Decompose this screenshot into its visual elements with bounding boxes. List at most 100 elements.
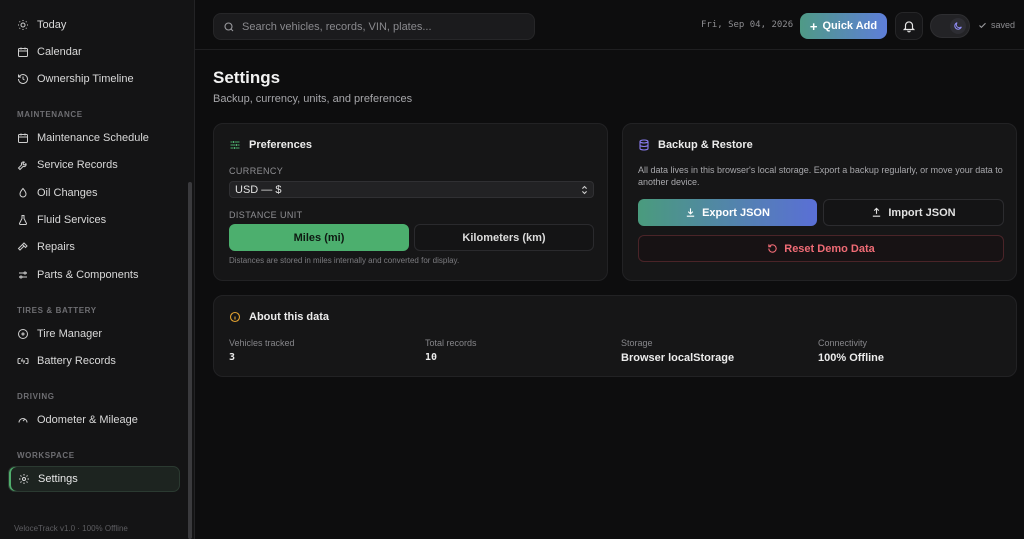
stat-connectivity: Connectivity 100% Offline	[818, 338, 884, 364]
page-subtitle: Backup, currency, units, and preferences	[213, 93, 413, 105]
section-label-maintenance: MAINTENANCE	[17, 110, 83, 119]
stat-vehicles-tracked: Vehicles tracked 3	[229, 338, 295, 363]
page-title: Settings	[213, 68, 281, 87]
sidebar-item-repairs[interactable]: Repairs	[8, 234, 180, 260]
sidebar: Today Calendar Ownership Timeline MAINTE…	[0, 0, 195, 539]
sidebar-item-fluid-services[interactable]: Fluid Services	[8, 207, 180, 233]
currency-value: USD — $	[235, 183, 282, 196]
backup-card: Backup & Restore All data lives in this …	[622, 123, 1017, 281]
sidebar-item-ownership-timeline[interactable]: Ownership Timeline	[8, 66, 180, 92]
section-label-workspace: WORKSPACE	[17, 451, 75, 460]
kilometers-button[interactable]: Kilometers (km)	[414, 224, 594, 251]
app-version: VeloceTrack v1.0 · 100% Offline	[14, 524, 128, 533]
quick-add-button[interactable]: + Quick Add	[800, 13, 887, 39]
stat-storage: Storage Browser localStorage	[621, 338, 734, 364]
stat-total-records: Total records 10	[425, 338, 477, 363]
check-icon	[979, 22, 986, 28]
backup-description: All data lives in this browser's local s…	[638, 165, 1003, 187]
info-icon	[229, 311, 241, 323]
sidebar-item-label: Today	[37, 19, 67, 31]
about-card: About this data Vehicles tracked 3 Total…	[213, 295, 1017, 377]
tire-icon	[18, 329, 28, 339]
theme-knob	[950, 18, 966, 34]
chevron-updown-icon	[582, 185, 587, 194]
save-status-label: saved	[991, 20, 1016, 30]
about-title: About this data	[229, 311, 329, 323]
sidebar-item-label: Ownership Timeline	[37, 73, 134, 85]
sidebar-item-odometer-mileage[interactable]: Odometer & Mileage	[8, 407, 180, 433]
moon-icon	[954, 22, 962, 30]
reset-demo-data-button[interactable]: Reset Demo Data	[638, 235, 1004, 262]
stat-value: 10	[425, 352, 438, 363]
distance-unit-label: DISTANCE UNIT	[229, 210, 303, 220]
sidebar-item-label: Battery Records	[37, 355, 116, 367]
history-icon	[18, 74, 28, 84]
notifications-button[interactable]	[895, 12, 923, 40]
search-box[interactable]	[213, 13, 535, 40]
bell-icon	[902, 21, 916, 33]
preferences-title-text: Preferences	[249, 139, 312, 151]
sidebar-item-label: Tire Manager	[37, 328, 103, 340]
sidebar-item-label: Odometer & Mileage	[37, 414, 138, 426]
plus-icon: +	[809, 18, 818, 34]
sidebar-item-parts-components[interactable]: Parts & Components	[8, 262, 180, 288]
preferences-card: Preferences CURRENCY USD — $ DISTANCE UN…	[213, 123, 608, 281]
droplet-icon	[19, 187, 27, 198]
miles-button[interactable]: Miles (mi)	[229, 224, 409, 251]
backup-title-text: Backup & Restore	[658, 139, 753, 151]
reset-label: Reset Demo Data	[784, 242, 875, 255]
sidebar-item-today[interactable]: Today	[8, 12, 180, 38]
sidebar-item-label: Settings	[38, 473, 78, 485]
sidebar-scrollbar[interactable]	[188, 182, 192, 539]
upload-icon	[873, 207, 881, 217]
theme-toggle[interactable]	[930, 14, 970, 38]
import-json-button[interactable]: Import JSON	[823, 199, 1004, 226]
export-json-button[interactable]: Export JSON	[638, 199, 817, 226]
download-icon	[686, 208, 695, 217]
quick-add-label: Quick Add	[822, 20, 878, 32]
backup-title: Backup & Restore	[638, 139, 753, 151]
database-icon	[639, 139, 649, 151]
sidebar-item-tire-manager[interactable]: Tire Manager	[8, 321, 180, 347]
sidebar-item-label: Calendar	[37, 46, 82, 58]
sliders-icon	[230, 141, 240, 149]
stat-value: 100% Offline	[818, 352, 885, 364]
stat-label: Total records	[425, 338, 477, 348]
save-status: saved	[978, 20, 1015, 30]
sidebar-item-battery-records[interactable]: Battery Records	[8, 348, 180, 374]
current-date: Fri, Sep 04, 2026	[701, 20, 794, 30]
sidebar-item-service-records[interactable]: Service Records	[8, 152, 180, 178]
gear-icon	[19, 474, 29, 484]
sidebar-item-oil-changes[interactable]: Oil Changes	[8, 180, 180, 206]
currency-select[interactable]: USD — $	[229, 181, 594, 198]
sidebar-item-label: Service Records	[37, 159, 118, 171]
topbar: Fri, Sep 04, 2026 + Quick Add saved	[195, 0, 1024, 50]
calendar-icon	[18, 133, 28, 143]
refresh-icon	[768, 244, 777, 253]
stat-value: 3	[229, 352, 236, 363]
section-label-tires-battery: TIRES & BATTERY	[17, 306, 97, 315]
preferences-title: Preferences	[229, 139, 312, 151]
sidebar-item-label: Oil Changes	[37, 187, 98, 199]
sidebar-item-label: Fluid Services	[37, 214, 107, 226]
about-title-text: About this data	[249, 311, 330, 323]
hammer-icon	[17, 242, 28, 251]
sidebar-item-calendar[interactable]: Calendar	[8, 39, 180, 65]
wrench-icon	[17, 161, 27, 171]
search-icon	[224, 21, 234, 31]
sidebar-item-label: Repairs	[37, 241, 75, 253]
sliders-icon	[19, 271, 27, 279]
sidebar-item-label: Maintenance Schedule	[37, 132, 149, 144]
flask-icon	[18, 215, 28, 225]
section-label-driving: DRIVING	[17, 392, 55, 401]
stat-label: Vehicles tracked	[229, 338, 295, 348]
search-input[interactable]	[242, 20, 522, 33]
calendar-icon	[18, 47, 28, 57]
gauge-icon	[18, 418, 28, 423]
distance-hint: Distances are stored in miles internally…	[229, 256, 460, 265]
stat-value: Browser localStorage	[621, 352, 735, 364]
sidebar-item-settings[interactable]: Settings	[8, 466, 180, 492]
currency-label: CURRENCY	[229, 166, 284, 176]
sidebar-item-maintenance-schedule[interactable]: Maintenance Schedule	[8, 125, 180, 151]
stat-label: Connectivity	[818, 338, 868, 348]
